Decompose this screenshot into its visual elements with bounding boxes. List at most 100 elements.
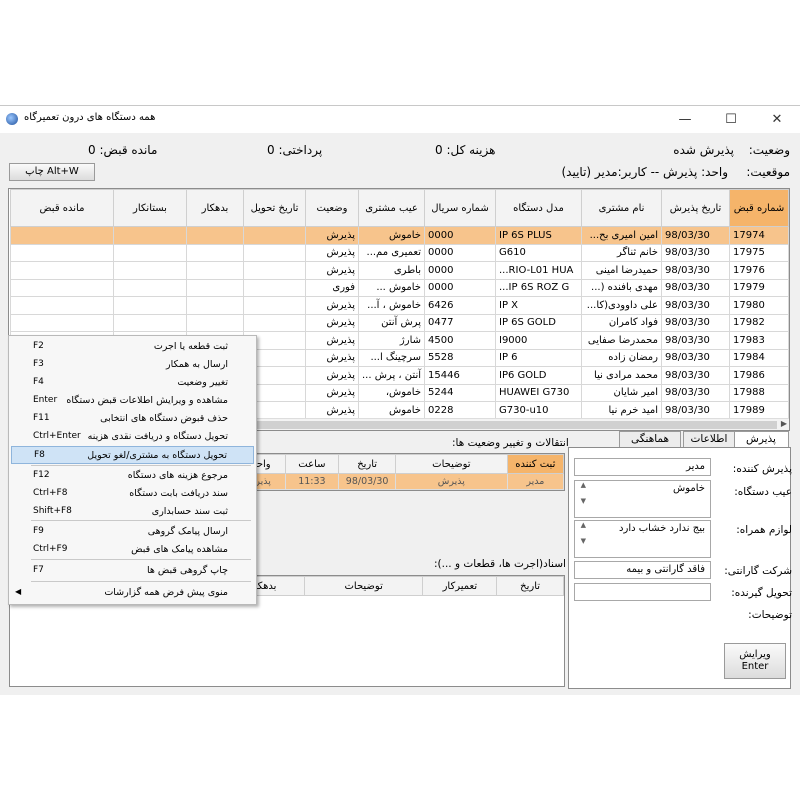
column-header[interactable]: ساعت: [284, 454, 340, 474]
table-cell: 98/03/30: [661, 348, 730, 367]
table-cell: خاموش ، آ...: [358, 296, 425, 315]
table-cell: [243, 226, 306, 245]
menu-item[interactable]: F3 ارسال به همکار: [11, 356, 254, 374]
menu-item[interactable]: Enter مشاهده و ویرایش اطلاعات قبض دستگاه: [11, 392, 254, 410]
table-cell: [113, 261, 187, 280]
table-cell: IP X: [495, 296, 582, 315]
table-cell: 98/03/30: [661, 226, 730, 245]
column-header[interactable]: مانده قبض: [10, 189, 114, 227]
submenu-arrow-icon: ◀: [15, 587, 22, 596]
accessories-field[interactable]: بیج ندارد خشاب دارد ▲ ▼: [574, 520, 711, 558]
table-row[interactable]: 17980 98/03/30 علی داوودی(کا... IP X 6426 خام…: [10, 296, 789, 315]
menu-item[interactable]: F8 تحویل دستگاه به مشتری/لغو تحویل: [11, 446, 254, 464]
table-cell: 0000: [424, 243, 496, 262]
menu-item-label: ثبت سند حسابداری: [151, 506, 228, 517]
table-row[interactable]: 17976 98/03/30 حمیدرضا امینی RIO-L01 HUA...…: [10, 261, 789, 280]
table-cell: IP 6S PLUS: [495, 226, 582, 245]
table-cell: G730-u10: [495, 401, 582, 420]
table-cell: [243, 313, 306, 332]
table-cell: 0477: [424, 313, 496, 332]
close-button[interactable]: ✕: [754, 106, 800, 133]
column-header[interactable]: توضیحات: [395, 454, 508, 474]
menu-item-label: تحویل دستگاه به مشتری/لغو تحویل: [87, 450, 227, 461]
table-cell: 17980: [729, 296, 789, 315]
menu-item[interactable]: ◀ منوی پیش فرض همه گزارشات: [11, 584, 254, 602]
table-cell: 17983: [729, 331, 789, 350]
table-cell: [186, 296, 244, 315]
menu-item[interactable]: Ctrl+F8 سند دریافت بابت دستگاه: [11, 485, 254, 503]
minimize-button[interactable]: —: [662, 106, 708, 133]
menu-item[interactable]: F7 چاپ گروهی قبض ها: [11, 562, 254, 580]
fault-field[interactable]: خاموش ▲ ▼: [574, 480, 711, 518]
delivery-label: تحویل گیرنده:: [731, 587, 792, 599]
table-row[interactable]: 17982 98/03/30 فواد کامران IP 6S GOLD 0477 پر…: [10, 313, 789, 332]
column-header[interactable]: وضعیت: [305, 189, 359, 227]
maximize-button[interactable]: ☐: [708, 106, 754, 133]
column-header[interactable]: تاریخ: [338, 454, 397, 474]
accessories-label: لوازم همراه:: [736, 524, 792, 536]
table-cell: 6426: [424, 296, 496, 315]
menu-item[interactable]: Ctrl+Enter تحویل دستگاه و دریافت نقدی هزی…: [11, 428, 254, 446]
menu-item-shortcut: Ctrl+F8: [33, 488, 68, 498]
table-cell: [186, 261, 244, 280]
delivery-field[interactable]: [574, 583, 711, 601]
menu-item-shortcut: F7: [33, 565, 44, 575]
table-cell: [10, 226, 114, 245]
table-cell: [186, 278, 244, 297]
menu-item[interactable]: Ctrl+F9 مشاهده پیامک های قبض: [11, 541, 254, 559]
table-cell: 17979: [729, 278, 789, 297]
menu-item[interactable]: F11 حذف قبوض دستگاه های انتخابی: [11, 410, 254, 428]
column-header[interactable]: تاریخ: [496, 576, 564, 596]
menu-item[interactable]: F2 ثبت قطعه یا اجرت: [11, 338, 254, 356]
table-cell: [10, 243, 114, 262]
menu-item[interactable]: F9 ارسال پیامک گروهی: [11, 523, 254, 541]
column-header[interactable]: بستانکار: [113, 189, 187, 227]
column-header[interactable]: عیب مشتری: [358, 189, 425, 227]
table-cell: [10, 278, 114, 297]
table-cell: 98/03/30: [661, 243, 730, 262]
table-cell: پرش آنتن: [358, 313, 425, 332]
table-cell: [113, 278, 187, 297]
warranty-field[interactable]: فاقد گارانتی و بیمه: [574, 561, 711, 579]
receiver-label: پذیرش کننده:: [732, 463, 792, 475]
accessories-scroll-icon[interactable]: ▲ ▼: [576, 521, 586, 557]
table-cell: علی داوودی(کا...: [581, 296, 662, 315]
column-header[interactable]: توضیحات: [303, 576, 424, 596]
column-header[interactable]: تعمیرکار: [422, 576, 498, 596]
column-header[interactable]: شماره قبض: [729, 189, 789, 227]
movements-table: ثبت کننده توضیحات تاریخ ساعت واحد د مدیر پذیر…: [229, 454, 564, 490]
print-button[interactable]: چاپ Alt+W: [9, 163, 95, 181]
column-header[interactable]: تاریخ پذیرش: [661, 189, 730, 227]
edit-button[interactable]: ویرایش Enter: [724, 643, 786, 679]
column-header[interactable]: نام مشتری: [581, 189, 662, 227]
table-row[interactable]: 17975 98/03/30 خانم ثناگر G610 0000 تعمیری مم…: [10, 243, 789, 262]
scroll-right-icon[interactable]: ▶: [781, 419, 787, 428]
status-value: پذیرش شده: [673, 143, 734, 157]
column-header[interactable]: بدهکار: [186, 189, 244, 227]
menu-item-label: مشاهده و ویرایش اطلاعات قبض دستگاه: [66, 395, 228, 406]
tab-coordination[interactable]: هماهنگی: [619, 431, 681, 448]
menu-item-shortcut: Ctrl+Enter: [33, 431, 81, 441]
table-cell: 98/03/30: [661, 331, 730, 350]
column-header[interactable]: تاریخ تحویل: [243, 189, 306, 227]
table-cell: خاموش: [358, 226, 425, 245]
fault-scroll-icon[interactable]: ▲ ▼: [576, 481, 586, 517]
menu-item[interactable]: F4 تغییر وضعیت: [11, 374, 254, 392]
table-row[interactable]: 17979 98/03/30 مهدی بافنده (... IP 6S ROZ G…: [10, 278, 789, 297]
table-cell: خاموش ...: [358, 278, 425, 297]
tab-info[interactable]: اطلاعات: [683, 431, 735, 448]
table-cell: 0000: [424, 226, 496, 245]
column-header[interactable]: مدل دستگاه: [495, 189, 582, 227]
menu-item[interactable]: Shift+F8 ثبت سند حسابداری: [11, 503, 254, 521]
table-cell: 17984: [729, 348, 789, 367]
menu-item[interactable]: F12 مرجوع هزینه های دستگاه: [11, 467, 254, 485]
column-header[interactable]: ثبت کننده: [506, 454, 564, 474]
receiver-field[interactable]: مدیر: [574, 458, 711, 476]
movements-grid[interactable]: ثبت کننده توضیحات تاریخ ساعت واحد د مدیر پذیر…: [228, 453, 565, 491]
table-cell: [243, 261, 306, 280]
column-header[interactable]: شماره سریال: [424, 189, 496, 227]
status-label: وضعیت:: [748, 143, 790, 157]
documents-title: اسناد(اجرت ها، قطعات و ...):: [434, 558, 566, 570]
context-menu: F2 ثبت قطعه یا اجرت F3 ارسال به همکار F4 تغیی…: [8, 335, 257, 605]
table-row[interactable]: 17974 98/03/30 امین امیری بح... IP 6S PLUS 0…: [10, 226, 789, 245]
